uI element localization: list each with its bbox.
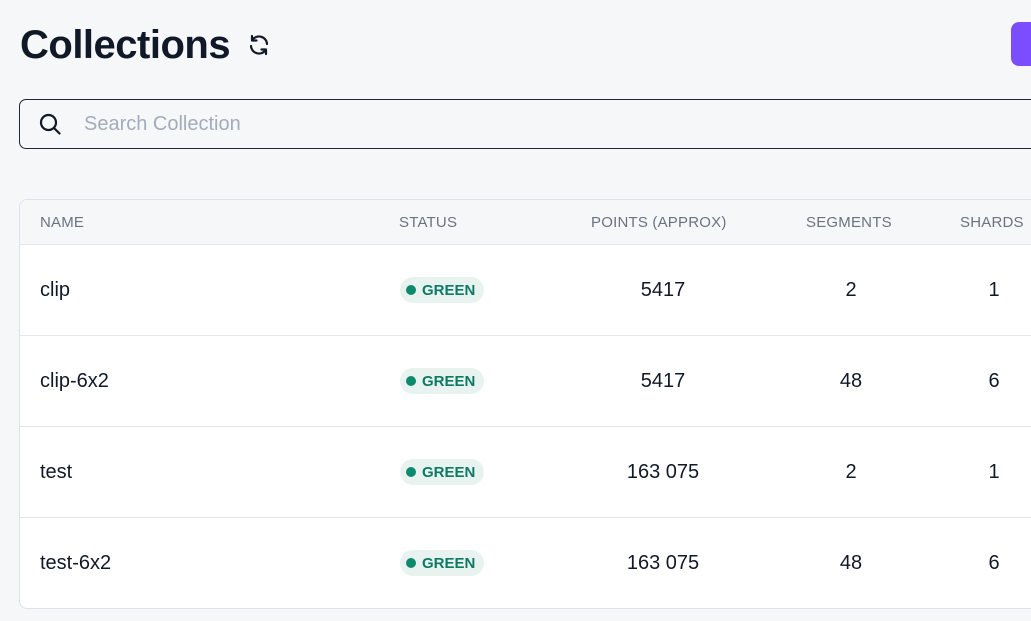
table-row[interactable]: test-6x2 GREEN 163 075 48 6 — [20, 518, 1031, 608]
status-dot-icon — [406, 467, 416, 477]
status-badge: GREEN — [400, 459, 485, 485]
collections-page: Collections NAME STATUS POINTS (APPROX) … — [0, 0, 1031, 621]
collections-table: NAME STATUS POINTS (APPROX) SEGMENTS SHA… — [19, 199, 1031, 609]
status-badge: GREEN — [400, 277, 485, 303]
shards-count: 6 — [988, 551, 1000, 574]
segments-count: 48 — [839, 369, 863, 392]
status-cell: GREEN — [400, 518, 485, 608]
segments-count: 48 — [839, 551, 863, 574]
points-count: 163 075 — [626, 460, 700, 483]
page-title: Collections — [20, 23, 231, 67]
status-label: GREEN — [422, 372, 476, 390]
status-dot-icon — [406, 376, 416, 386]
table-row[interactable]: test GREEN 163 075 2 1 — [20, 427, 1031, 518]
segments-count: 2 — [845, 278, 857, 301]
table-row[interactable]: clip GREEN 5417 2 1 — [20, 245, 1031, 336]
shards-count: 1 — [988, 460, 1000, 483]
status-dot-icon — [406, 558, 416, 568]
search-bar — [19, 99, 1031, 149]
collection-name[interactable]: clip — [40, 245, 70, 335]
status-badge: GREEN — [400, 550, 485, 576]
collection-name[interactable]: test-6x2 — [40, 518, 111, 608]
status-dot-icon — [406, 285, 416, 295]
refresh-button[interactable] — [246, 32, 272, 58]
column-header-shards[interactable]: SHARDS — [960, 214, 1024, 231]
table-row[interactable]: clip-6x2 GREEN 5417 48 6 — [20, 336, 1031, 427]
refresh-icon — [249, 34, 269, 56]
shards-count: 1 — [988, 278, 1000, 301]
points-count: 5417 — [640, 278, 686, 301]
collection-name[interactable]: clip-6x2 — [40, 336, 109, 426]
status-badge: GREEN — [400, 368, 485, 394]
column-header-name[interactable]: NAME — [40, 214, 84, 231]
search-input[interactable] — [82, 111, 886, 137]
status-cell: GREEN — [400, 336, 485, 426]
shards-count: 6 — [988, 369, 1000, 392]
status-label: GREEN — [422, 281, 476, 299]
points-count: 5417 — [640, 369, 686, 392]
segments-count: 2 — [845, 460, 857, 483]
status-label: GREEN — [422, 554, 476, 572]
column-header-points[interactable]: POINTS (APPROX) — [591, 214, 727, 231]
points-count: 163 075 — [626, 551, 700, 574]
column-header-segments[interactable]: SEGMENTS — [806, 214, 892, 231]
status-label: GREEN — [422, 463, 476, 481]
collection-name[interactable]: test — [40, 427, 72, 517]
column-header-status[interactable]: STATUS — [399, 214, 457, 231]
create-collection-button[interactable] — [1011, 22, 1031, 66]
page-header: Collections — [20, 20, 272, 70]
search-icon — [38, 112, 62, 136]
status-cell: GREEN — [400, 427, 485, 517]
table-header: NAME STATUS POINTS (APPROX) SEGMENTS SHA… — [20, 200, 1031, 245]
status-cell: GREEN — [400, 245, 485, 335]
